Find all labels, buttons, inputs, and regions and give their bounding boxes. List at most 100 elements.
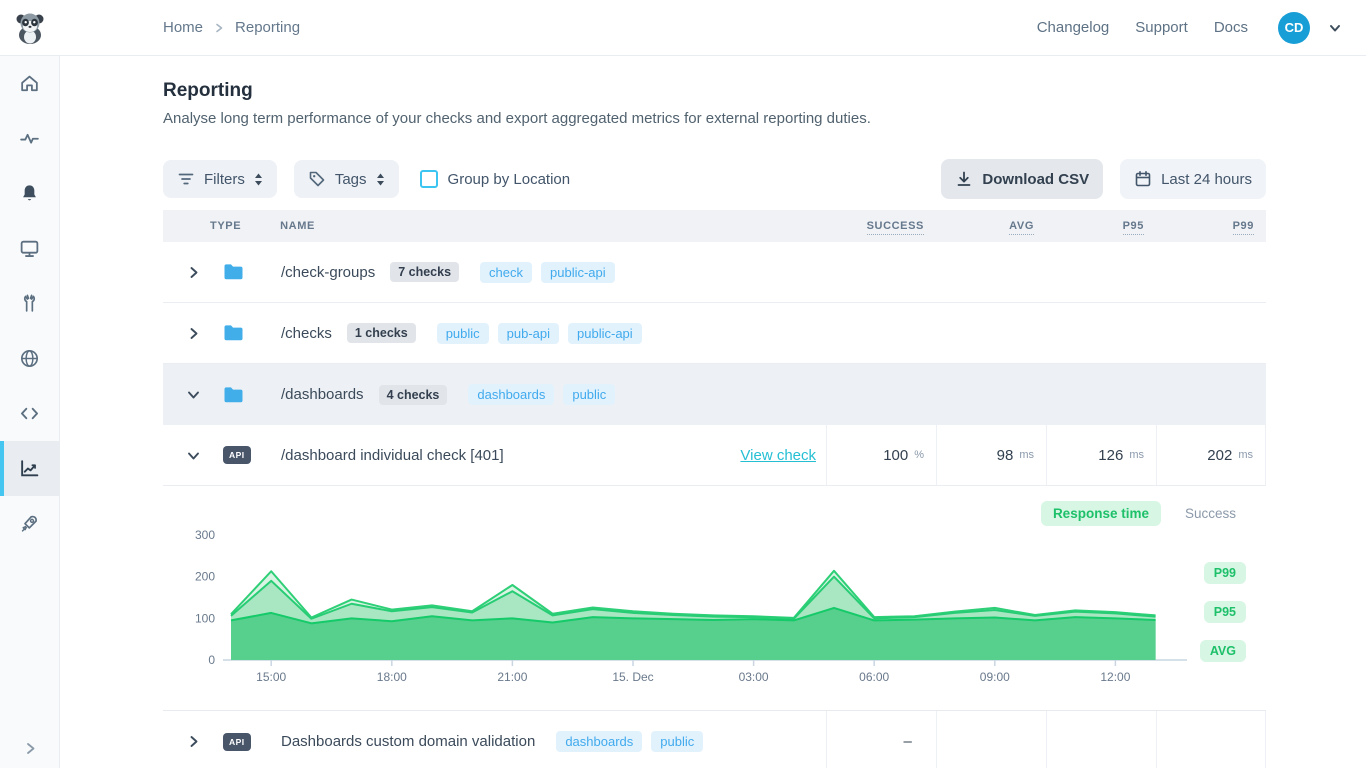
chart-legend: P99 P95 AVG xyxy=(1200,562,1246,662)
calendar-icon xyxy=(1134,170,1152,188)
folder-icon xyxy=(223,263,244,281)
expand-chevron-icon[interactable] xyxy=(163,735,223,748)
success-cell: 100% xyxy=(826,425,936,485)
date-range-label: Last 24 hours xyxy=(1161,171,1252,188)
sidebar-item-maintenance[interactable] xyxy=(0,276,59,331)
toolbar: Filters Tags Group by Location Download … xyxy=(163,159,1266,199)
response-time-chart-panel: Response time Success 010020030015:0018:… xyxy=(163,486,1266,711)
breadcrumb-chevron-icon xyxy=(213,22,225,34)
breadcrumb-home[interactable]: Home xyxy=(163,19,203,36)
sidebar-item-snippets[interactable] xyxy=(0,386,59,441)
folder-icon xyxy=(223,386,244,404)
svg-text:12:00: 12:00 xyxy=(1100,670,1130,684)
link-support[interactable]: Support xyxy=(1135,19,1188,36)
globe-icon xyxy=(19,348,40,369)
sidebar-item-monitors[interactable] xyxy=(0,221,59,276)
sidebar-item-reporting[interactable] xyxy=(0,441,59,496)
tag: public-api xyxy=(568,323,642,344)
avatar[interactable]: CD xyxy=(1278,12,1310,44)
folder-icon xyxy=(223,324,244,342)
topbar: Home Reporting Changelog Support Docs CD xyxy=(0,0,1366,56)
p99-cell: 202ms xyxy=(1156,425,1266,485)
sort-arrows-icon xyxy=(254,173,263,186)
avg-cell xyxy=(936,711,1046,768)
avg-cell: 98ms xyxy=(936,425,1046,485)
header-name: Name xyxy=(280,220,826,232)
tags-dropdown[interactable]: Tags xyxy=(294,160,399,198)
svg-text:300: 300 xyxy=(195,528,215,542)
filters-label: Filters xyxy=(204,171,245,188)
collapse-chevron-icon[interactable] xyxy=(163,388,223,401)
group-row-dashboards[interactable]: /dashboards 4 checks dashboards public xyxy=(163,364,1266,425)
collapse-chevron-icon[interactable] xyxy=(163,449,223,462)
group-by-location-toggle[interactable]: Group by Location xyxy=(420,170,571,188)
sidebar-item-activity[interactable] xyxy=(0,111,59,166)
page-subtitle: Analyse long term performance of your ch… xyxy=(163,110,1266,127)
check-type-badge: API xyxy=(223,733,251,751)
chart-line-icon xyxy=(19,458,40,479)
sort-arrows-icon xyxy=(376,173,385,186)
sidebar-item-alerts[interactable] xyxy=(0,166,59,221)
raccoon-logo-icon xyxy=(13,11,47,45)
tag: public xyxy=(651,731,703,752)
svg-text:0: 0 xyxy=(208,653,215,667)
p95-cell: 126ms xyxy=(1046,425,1156,485)
header-p99[interactable]: P99 xyxy=(1156,220,1266,232)
sidebar-item-locations[interactable] xyxy=(0,331,59,386)
table-header: Type Name Success Avg P95 P99 xyxy=(163,210,1266,242)
tag: public xyxy=(437,323,489,344)
tag: dashboards xyxy=(468,384,554,405)
group-name: /check-groups xyxy=(281,264,375,281)
check-row-custom-domain[interactable]: API Dashboards custom domain validation … xyxy=(163,711,1266,768)
filters-dropdown[interactable]: Filters xyxy=(163,160,277,198)
activity-pulse-icon xyxy=(19,128,40,149)
link-changelog[interactable]: Changelog xyxy=(1037,19,1110,36)
tag: dashboards xyxy=(556,731,642,752)
logo-raccoon[interactable] xyxy=(0,11,60,45)
sidebar-item-launch[interactable] xyxy=(0,496,59,551)
group-name: /dashboards xyxy=(281,386,364,403)
response-time-chart: 010020030015:0018:0021:0015. Dec03:0006:… xyxy=(163,486,1203,696)
header-type: Type xyxy=(210,220,241,232)
link-docs[interactable]: Docs xyxy=(1214,19,1248,36)
rocket-icon xyxy=(19,513,40,534)
account-menu-chevron-icon[interactable] xyxy=(1328,21,1342,35)
group-row-check-groups[interactable]: /check-groups 7 checks check public-api xyxy=(163,242,1266,303)
group-by-location-checkbox[interactable] xyxy=(420,170,438,188)
maintenance-wrenches-icon xyxy=(19,293,40,314)
legend-avg[interactable]: AVG xyxy=(1200,640,1246,662)
breadcrumb: Home Reporting xyxy=(163,19,300,36)
tag: check xyxy=(480,262,532,283)
sidebar xyxy=(0,56,60,768)
sidebar-item-home[interactable] xyxy=(0,56,59,111)
svg-text:200: 200 xyxy=(195,570,215,584)
download-csv-button[interactable]: Download CSV xyxy=(941,159,1103,199)
bell-icon xyxy=(19,183,40,204)
legend-p95[interactable]: P95 xyxy=(1204,601,1246,623)
header-avg[interactable]: Avg xyxy=(936,220,1046,232)
group-row-checks[interactable]: /checks 1 checks public pub-api public-a… xyxy=(163,303,1266,364)
code-icon xyxy=(19,403,40,424)
check-type-badge: API xyxy=(223,446,251,464)
sidebar-expand-button[interactable] xyxy=(0,741,60,756)
check-count-badge: 7 checks xyxy=(390,262,459,282)
monitor-icon xyxy=(19,238,40,259)
tags-label: Tags xyxy=(335,171,367,188)
header-p95[interactable]: P95 xyxy=(1046,220,1156,232)
p99-cell xyxy=(1156,711,1266,768)
topbar-links: Changelog Support Docs CD xyxy=(1037,12,1366,44)
expand-chevron-icon[interactable] xyxy=(163,266,223,279)
p95-cell xyxy=(1046,711,1156,768)
check-row-dashboard-individual[interactable]: API /dashboard individual check [401] Vi… xyxy=(163,425,1266,486)
header-success[interactable]: Success xyxy=(826,220,936,232)
date-range-picker[interactable]: Last 24 hours xyxy=(1120,159,1266,199)
filter-icon xyxy=(177,170,195,188)
legend-p99[interactable]: P99 xyxy=(1204,562,1246,584)
svg-text:15:00: 15:00 xyxy=(256,670,286,684)
view-check-link[interactable]: View check xyxy=(740,447,826,464)
tag-icon xyxy=(308,170,326,188)
expand-chevron-icon[interactable] xyxy=(163,327,223,340)
home-icon xyxy=(19,73,40,94)
group-by-location-label: Group by Location xyxy=(448,171,571,188)
tag: pub-api xyxy=(498,323,559,344)
